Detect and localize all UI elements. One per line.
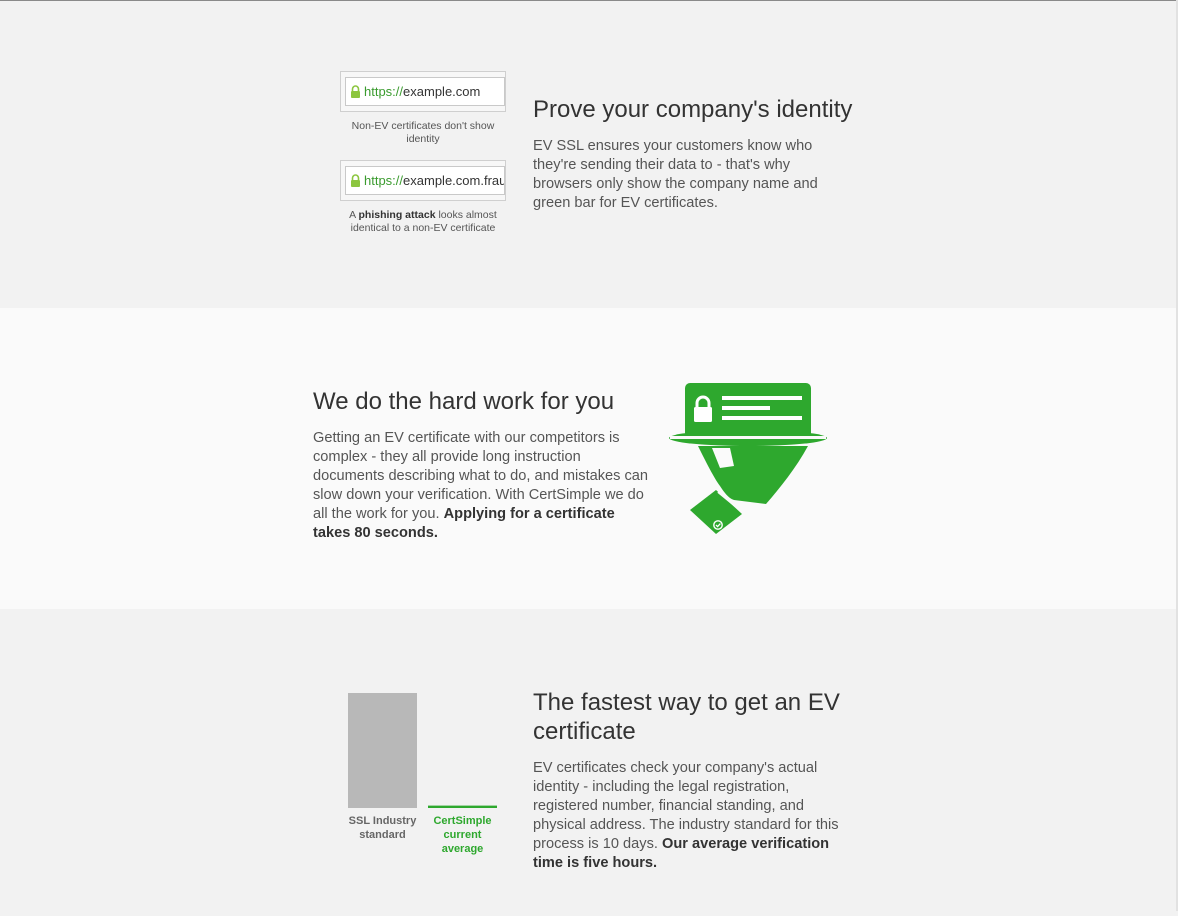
bar-industry: [348, 693, 417, 808]
url-bar-non-ev: https://example.com: [340, 71, 506, 112]
caption-prefix: A: [349, 209, 359, 221]
fastest-body: EV certificates check your company's act…: [533, 759, 858, 873]
url-protocol: https://: [364, 84, 404, 99]
hard-work-title: We do the hard work for you: [313, 388, 615, 415]
bar-label-certsimple: CertSimple current average: [433, 815, 492, 855]
bar-label-industry: SSL Industry standard: [348, 815, 417, 841]
fastest-title: The fastest way to get an EV certificate: [533, 689, 840, 745]
hard-work-section: We do the hard work for you Getting an E…: [0, 308, 1176, 609]
url-domain: example.com.frau: [403, 173, 505, 188]
verification-time-chart: SSL Industry standard CertSimple current…: [330, 609, 520, 911]
bar-certsimple: [428, 805, 497, 808]
identity-title: Prove your company's identity: [533, 96, 853, 123]
url-field: https://example.com.frau: [345, 166, 505, 195]
chart-canvas: [348, 693, 497, 808]
url-domain: example.com: [403, 84, 481, 99]
lock-icon: [351, 85, 360, 98]
fastest-section: SSL Industry standard CertSimple current…: [0, 609, 1176, 911]
non-ev-caption: Non-EV certificates don't show identity: [351, 120, 495, 145]
identity-body: EV SSL ensures your customers know who t…: [533, 138, 818, 211]
url-protocol: https://: [364, 173, 404, 188]
url-bar-phishing: https://example.com.frau: [340, 160, 506, 201]
hard-work-body: Getting an EV certificate with our compe…: [313, 429, 653, 543]
hand-serving-certificate-icon: [669, 383, 827, 534]
phishing-caption: A phishing attack looks almost identical…: [340, 209, 506, 235]
url-field: https://example.com: [345, 77, 505, 106]
identity-section: https://example.com Non-EV certificates …: [0, 1, 1176, 308]
lock-icon: [351, 174, 360, 187]
caption-bold: phishing attack: [358, 209, 436, 221]
